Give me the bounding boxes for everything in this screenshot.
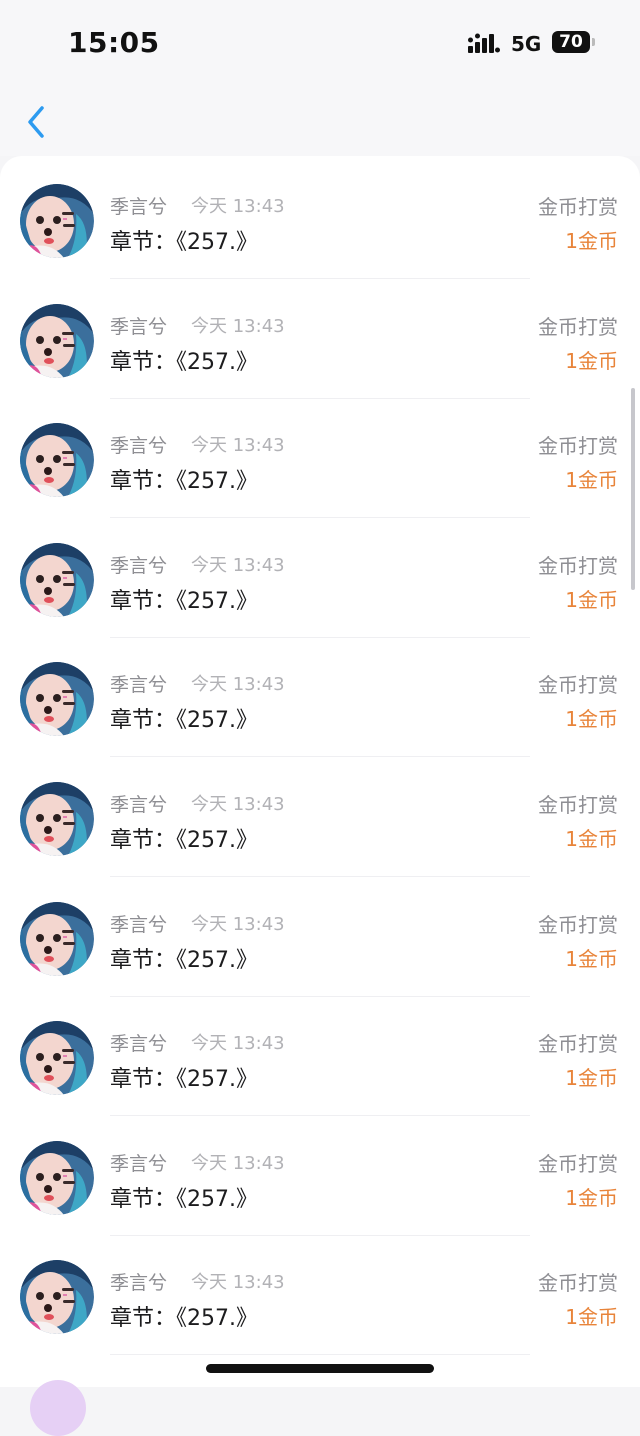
reward-type: 金币打赏 [538,195,618,219]
chapter-label: 章节：《257.》 [110,1306,258,1332]
reward-type: 金币打赏 [538,314,618,339]
user-name: 季言兮 [110,435,168,458]
reward-type: 金币打赏 [538,912,618,937]
list-item[interactable]: 季言兮 今天 13:43 章节：《257.》 金币打赏 1金币 [0,754,640,877]
list-item[interactable]: 季言兮 今天 13:43 章节：《257.》 金币打赏 1金币 [0,156,640,279]
list-item[interactable]: 季言兮 今天 13:43 章节：《257.》 金币打赏 1金币 [0,276,640,399]
chapter-label: 章节：《257.》 [110,708,258,734]
reward-list: 季言兮 今天 13:43 章节：《257.》 金币打赏 1金币 季言兮 今天 13:43 章… [0,156,640,1387]
avatar[interactable] [20,782,94,856]
reward-type: 金币打赏 [538,793,618,817]
reward-amount: 1金币 [565,348,618,373]
reward-amount: 1金币 [565,1305,618,1330]
scrollbar[interactable] [631,388,635,590]
timestamp: 今天 13:43 [191,435,285,457]
list-item[interactable]: 季言兮 今天 13:43 章节：《257.》 金币打赏 1金币 [0,874,640,997]
avatar[interactable] [20,901,94,976]
chapter-label: 章节：《257.》 [110,469,258,495]
chapter-label: 章节：《257.》 [110,349,258,375]
reward-type: 金币打赏 [538,1271,618,1296]
user-name: 季言兮 [110,794,168,816]
chapter-label: 章节：《257.》 [110,588,258,614]
avatar[interactable] [20,1260,94,1335]
user-name: 季言兮 [110,913,168,936]
avatar[interactable] [20,423,94,498]
list-item[interactable]: 季言兮 今天 13:43 章节：《257.》 金币打赏 1金币 [0,395,640,519]
timestamp: 今天 13:43 [191,913,285,935]
signal-bars-icon [468,33,500,53]
timestamp: 今天 13:43 [191,315,285,337]
reward-type: 金币打赏 [538,434,618,459]
user-name: 季言兮 [110,1152,168,1175]
chapter-label: 章节：《257.》 [110,230,258,255]
user-name: 季言兮 [110,554,168,577]
list-item[interactable]: 季言兮 今天 13:43 章节：《257.》 金币打赏 1金币 [0,1232,640,1356]
timestamp: 今天 13:43 [191,1272,285,1294]
reward-amount: 1金币 [565,587,618,612]
reward-amount: 1金币 [565,946,618,971]
chapter-label: 章节：《257.》 [110,828,258,853]
status-time: 15:05 [68,26,160,59]
user-name: 季言兮 [110,196,168,218]
avatar[interactable] [20,662,94,737]
avatar [30,1380,86,1436]
chevron-left-icon[interactable] [22,102,50,142]
user-name: 季言兮 [110,674,168,697]
timestamp: 今天 13:43 [191,196,285,217]
avatar[interactable] [20,1021,94,1096]
home-indicator [206,1364,434,1373]
reward-amount: 1金币 [565,827,618,851]
reward-amount: 1金币 [565,707,618,732]
navigation-bar [0,86,640,156]
reward-type: 金币打赏 [538,673,618,698]
reward-amount: 1金币 [565,1185,618,1210]
avatar[interactable] [20,1140,94,1215]
avatar[interactable] [20,542,94,617]
avatar[interactable] [20,184,94,258]
timestamp: 今天 13:43 [191,1152,285,1174]
timestamp: 今天 13:43 [191,794,285,815]
battery-icon: 70 [552,31,595,53]
avatar[interactable] [20,303,94,378]
user-name: 季言兮 [110,1033,168,1056]
status-bar: 15:05 5G 70 [0,0,640,86]
network-type: 5G [511,32,542,56]
reward-type: 金币打赏 [538,1151,618,1176]
user-name: 季言兮 [110,1272,168,1295]
reward-type: 金币打赏 [538,553,618,578]
list-item[interactable]: 季言兮 今天 13:43 章节：《257.》 金币打赏 1金币 [0,634,640,758]
list-item[interactable]: 季言兮 今天 13:43 章节：《257.》 金币打赏 1金币 [0,993,640,1117]
timestamp: 今天 13:43 [191,554,285,576]
list-item[interactable]: 季言兮 今天 13:43 章节：《257.》 金币打赏 1金币 [0,515,640,638]
chapter-label: 章节：《257.》 [110,947,258,973]
chapter-label: 章节：《257.》 [110,1067,258,1093]
timestamp: 今天 13:43 [191,674,285,696]
timestamp: 今天 13:43 [191,1033,285,1055]
row-divider [110,1354,530,1356]
list-item[interactable]: 季言兮 今天 13:43 章节：《257.》 金币打赏 1金币 [0,1113,640,1236]
user-name: 季言兮 [110,315,168,338]
reward-type: 金币打赏 [538,1032,618,1057]
reward-amount: 1金币 [565,229,618,253]
chapter-label: 章节：《257.》 [110,1186,258,1212]
reward-amount: 1金币 [565,1066,618,1091]
reward-amount: 1金币 [565,468,618,493]
